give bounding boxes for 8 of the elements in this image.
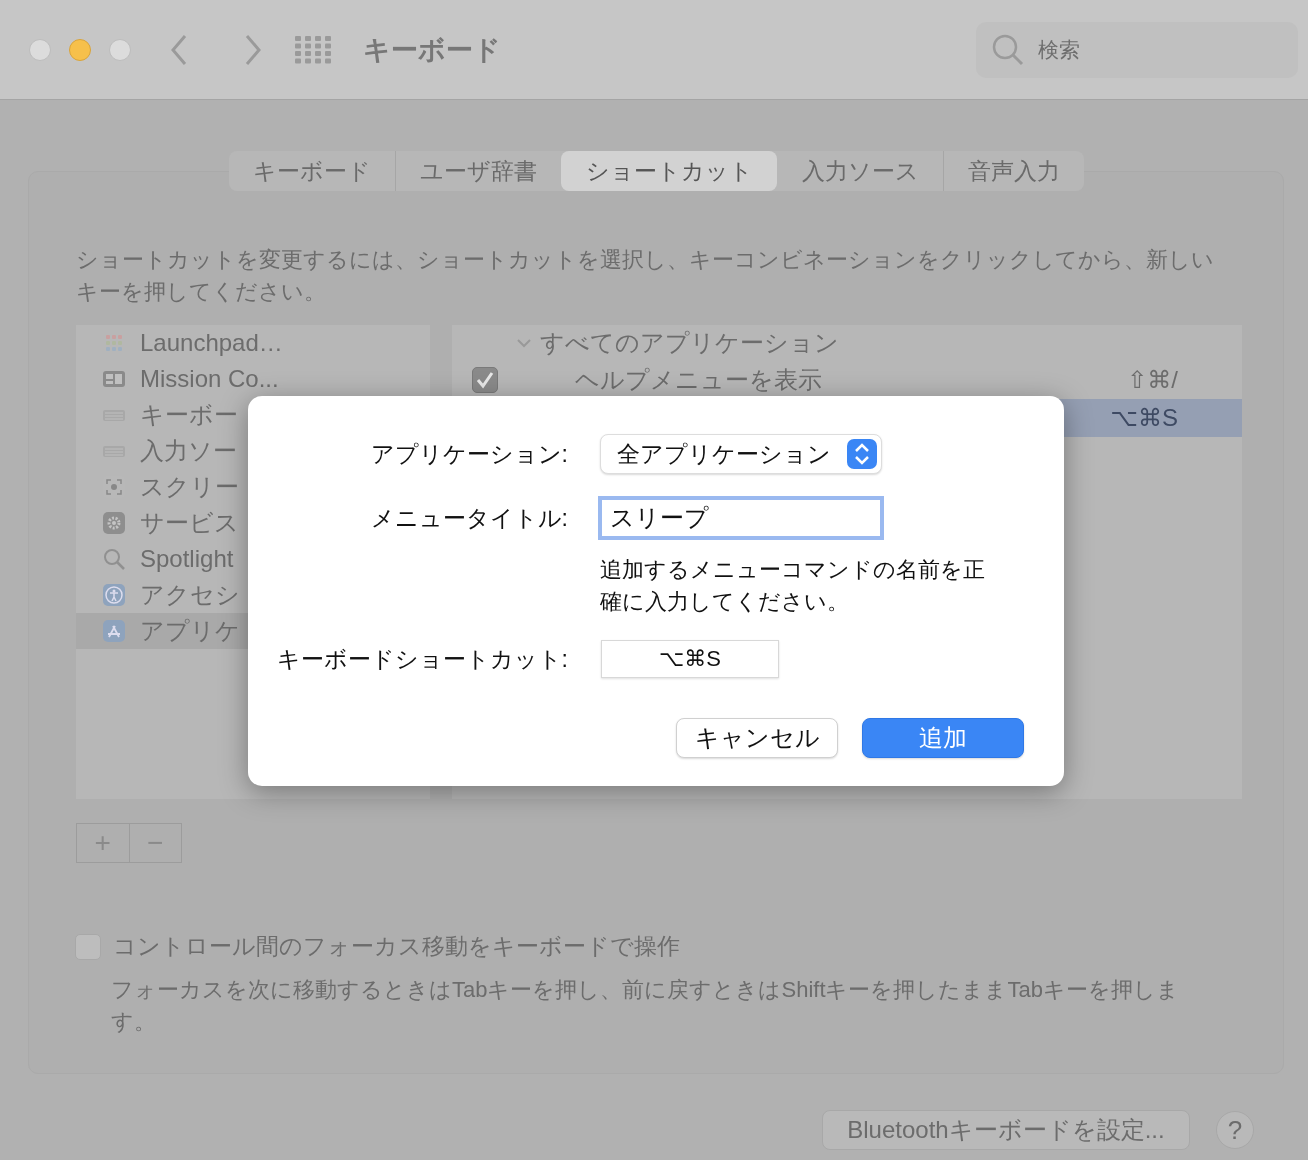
hint-text: 追加するメニューコマンドの名前を正確に入力してください。 [600, 556, 986, 616]
instructions-text: ショートカットを変更するには、ショートカットを選択し、キーコンビネーションをクリックしてから、新しいキーを押してください。 [76, 246, 1215, 306]
note-text: フォーカスを次に移動するときはTabキーを押し、前に戻すときはShiftキーを押したままTabキーを押します。 [111, 976, 1180, 1036]
field-label: キーボードショートカット: [275, 644, 569, 674]
field-label: アプリケーション: [369, 439, 569, 469]
checkbox-label: コントロール間のフォーカス移動をキーボードで操作 [113, 932, 680, 961]
field-label: メニュータイトル: [369, 503, 569, 533]
window-title: キーボード [363, 33, 501, 67]
